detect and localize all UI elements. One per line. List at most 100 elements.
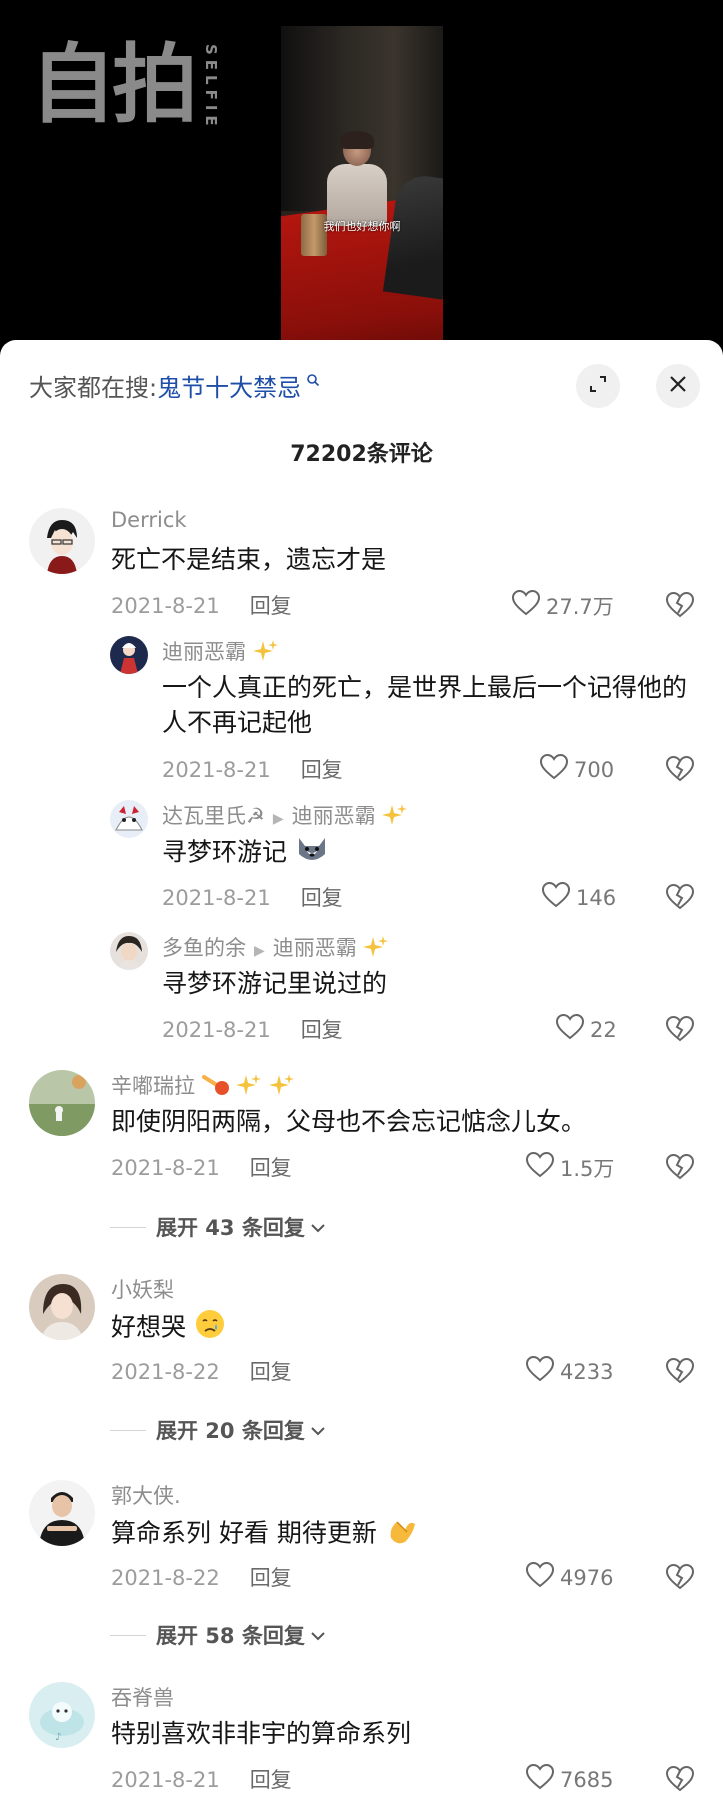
like-button[interactable]: 22	[555, 1013, 617, 1045]
search-suggestion[interactable]: 大家都在搜:鬼节十大禁忌	[29, 368, 320, 403]
like-count: 4233	[560, 1359, 614, 1384]
comment-text-content: 好想哭	[111, 1312, 187, 1342]
username-text: 辛嘟瑞拉	[111, 1074, 195, 1098]
reply-button[interactable]: 回复	[250, 1566, 292, 1590]
dislike-button[interactable]	[665, 591, 695, 622]
sparkle-icon	[363, 935, 389, 964]
reply-button[interactable]: 回复	[301, 1018, 343, 1042]
comment-date: 2021-8-21	[111, 1768, 220, 1792]
reply-to-user[interactable]: 迪丽恶霸	[292, 804, 376, 828]
avatar[interactable]	[29, 1480, 95, 1546]
username[interactable]: 辛嘟瑞拉	[111, 1070, 295, 1102]
comment-text: 寻梦环游记	[162, 834, 682, 873]
username[interactable]: 郭大侠.	[111, 1480, 181, 1510]
dislike-button[interactable]	[665, 755, 695, 786]
comment-text: 即使阴阳两隔，父母也不会忘记惦念儿女。	[111, 1107, 587, 1136]
reply-button[interactable]: 回复	[250, 594, 292, 618]
search-icon	[301, 374, 319, 391]
reply-button[interactable]: 回复	[301, 886, 343, 910]
close-icon	[668, 374, 688, 398]
broken-heart-icon	[665, 755, 695, 786]
avatar[interactable]	[29, 1274, 95, 1340]
like-button[interactable]: 7685	[525, 1763, 614, 1795]
dislike-button[interactable]	[665, 1357, 695, 1388]
like-count: 27.7万	[546, 594, 614, 619]
like-button[interactable]: 700	[539, 753, 615, 785]
crying-face-icon	[194, 1308, 226, 1349]
broken-heart-icon	[665, 1765, 695, 1796]
reply-button[interactable]: 回复	[301, 758, 343, 782]
like-button[interactable]: 1.5万	[525, 1151, 615, 1183]
reply-arrow-icon: ▶	[254, 943, 265, 959]
expand-replies-button[interactable]: 展开 58 条回复	[110, 1620, 327, 1650]
reply-arrow-icon: ▶	[272, 811, 284, 827]
comment-date: 2021-8-22	[111, 1566, 220, 1590]
username[interactable]: 吞脊兽	[111, 1682, 174, 1712]
logo-subtext: SELFIE	[202, 44, 220, 131]
reply-button[interactable]: 回复	[250, 1360, 292, 1384]
dislike-button[interactable]	[665, 883, 695, 914]
sparkle-icon	[269, 1073, 295, 1102]
comment-date: 2021-8-21	[162, 758, 271, 782]
comment-date: 2021-8-21	[162, 886, 271, 910]
comment-date: 2021-8-21	[111, 594, 220, 618]
heart-icon	[555, 1013, 590, 1045]
expand-replies-label: 展开 43 条回复	[156, 1216, 305, 1240]
like-button[interactable]: 146	[541, 881, 617, 913]
username[interactable]: Derrick	[111, 508, 187, 532]
sparkle-icon	[252, 639, 279, 668]
svg-text:♪: ♪	[55, 1732, 61, 1743]
close-button[interactable]	[656, 364, 700, 408]
username[interactable]: 达瓦里氏☭ ▶ 迪丽恶霸	[162, 800, 408, 832]
avatar[interactable]	[110, 932, 148, 970]
expand-replies-label: 展开 20 条回复	[156, 1419, 305, 1443]
like-count: 700	[574, 757, 615, 782]
video-person	[325, 131, 387, 226]
reply-button[interactable]: 回复	[250, 1768, 292, 1792]
reply-to-user[interactable]: 迪丽恶霸	[273, 936, 357, 960]
like-count: 146	[576, 885, 617, 910]
clap-emoji-icon	[385, 1514, 419, 1555]
dislike-button[interactable]	[665, 1563, 695, 1594]
search-keyword[interactable]: 鬼节十大禁忌	[157, 374, 301, 402]
chevron-down-icon	[309, 1215, 327, 1239]
heart-icon	[539, 753, 574, 785]
heart-icon	[525, 1561, 560, 1593]
broken-heart-icon	[665, 1153, 695, 1184]
like-count: 7685	[560, 1767, 614, 1792]
fullscreen-button[interactable]	[576, 364, 620, 408]
divider	[110, 1429, 146, 1431]
avatar[interactable]: ♪	[29, 1682, 95, 1748]
dislike-button[interactable]	[665, 1153, 695, 1184]
broken-heart-icon	[665, 1563, 695, 1594]
avatar[interactable]	[29, 508, 95, 574]
dislike-button[interactable]	[665, 1015, 695, 1046]
divider	[110, 1226, 146, 1228]
like-button[interactable]: 4233	[525, 1355, 614, 1387]
avatar[interactable]	[110, 636, 148, 674]
comment-text: 寻梦环游记里说过的	[162, 969, 388, 998]
comment-date: 2021-8-21	[111, 1156, 220, 1180]
expand-replies-button[interactable]: 展开 43 条回复	[110, 1212, 327, 1242]
expand-replies-label: 展开 58 条回复	[156, 1624, 305, 1648]
divider	[110, 1634, 146, 1636]
comment-text-content: 算命系列 好看 期待更新	[111, 1518, 377, 1548]
avatar[interactable]	[110, 800, 148, 838]
like-button[interactable]: 4976	[525, 1561, 613, 1593]
reply-button[interactable]: 回复	[250, 1156, 292, 1180]
dislike-button[interactable]	[665, 1765, 695, 1796]
like-count: 1.5万	[560, 1156, 615, 1181]
video-player[interactable]: 自拍 SELFIE 我们也好想你啊	[0, 0, 723, 345]
heart-icon	[511, 589, 546, 621]
like-count: 22	[590, 1017, 617, 1042]
avatar[interactable]	[29, 1070, 95, 1136]
broken-heart-icon	[665, 883, 695, 914]
heart-icon	[525, 1151, 560, 1183]
expand-icon	[587, 373, 609, 399]
username[interactable]: 小妖梨	[111, 1274, 174, 1304]
like-button[interactable]: 27.7万	[511, 589, 614, 621]
expand-replies-button[interactable]: 展开 20 条回复	[110, 1415, 327, 1445]
video-frame: 我们也好想你啊	[281, 26, 443, 345]
username[interactable]: 迪丽恶霸	[162, 636, 279, 668]
username[interactable]: 多鱼的余 ▶ 迪丽恶霸	[162, 932, 389, 964]
